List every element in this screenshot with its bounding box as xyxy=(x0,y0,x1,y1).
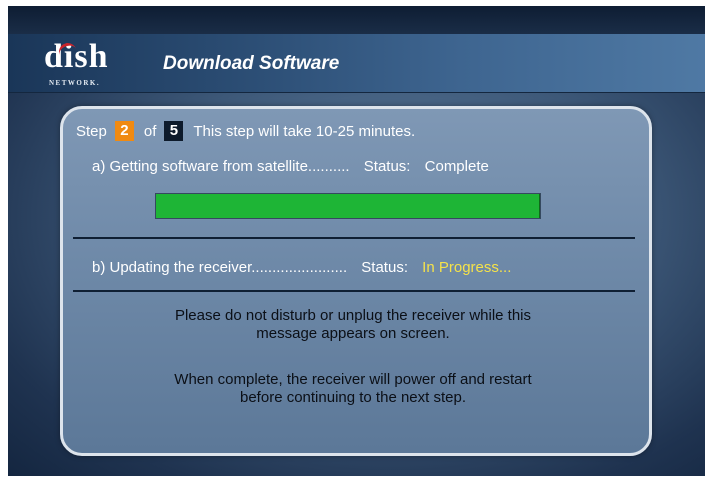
task-a-row: a) Getting software from satellite......… xyxy=(92,158,489,175)
header-bar: dish NETWORK. Download Software xyxy=(8,34,705,93)
info-message-line-2: before continuing to the next step. xyxy=(240,389,466,406)
page-title: Download Software xyxy=(163,53,340,74)
tv-screen: dish NETWORK. Download Software Step 2 o… xyxy=(8,6,705,476)
step-duration-text: This step will take 10-25 minutes. xyxy=(193,122,416,140)
current-step-badge: 2 xyxy=(114,121,134,141)
dish-network-logo: dish NETWORK. xyxy=(44,38,124,87)
task-a-status-label: Status: xyxy=(363,158,411,175)
task-b-label: b) Updating the receiver................… xyxy=(92,259,348,276)
divider-bottom xyxy=(73,290,635,292)
task-b-status-label: Status: xyxy=(361,259,408,276)
info-message-line-1: When complete, the receiver will power o… xyxy=(174,371,532,388)
step-of-label: of xyxy=(143,122,157,140)
warning-message: Please do not disturb or unplug the rece… xyxy=(103,307,603,343)
task-a-label: a) Getting software from satellite......… xyxy=(92,158,350,175)
satellite-download-progress-bar xyxy=(155,193,541,219)
task-a-status-value: Complete xyxy=(424,158,489,175)
total-steps-badge: 5 xyxy=(164,121,184,141)
warning-message-line-1: Please do not disturb or unplug the rece… xyxy=(174,307,532,324)
step-label: Step xyxy=(76,122,107,140)
task-b-row: b) Updating the receiver................… xyxy=(92,259,511,276)
completion-info-message: When complete, the receiver will power o… xyxy=(103,371,603,407)
download-status-panel: Step 2 of 5 This step will take 10-25 mi… xyxy=(60,106,652,456)
logo-subtext: NETWORK. xyxy=(49,79,101,87)
divider-top xyxy=(73,237,635,239)
top-band xyxy=(8,6,705,34)
progress-bar-fill xyxy=(156,194,540,218)
task-b-status-value: In Progress... xyxy=(422,259,512,276)
step-indicator: Step 2 of 5 This step will take 10-25 mi… xyxy=(76,121,415,141)
warning-message-line-2: message appears on screen. xyxy=(256,325,450,342)
